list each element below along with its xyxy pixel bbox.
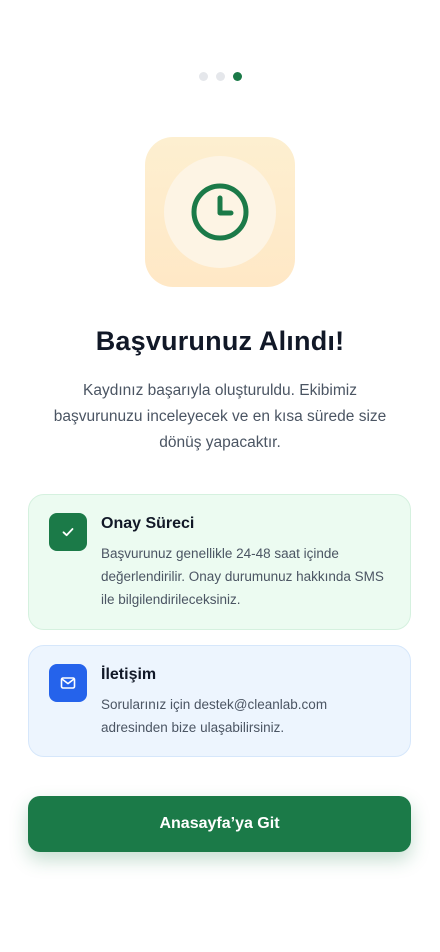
approval-card-title: Onay Süreci bbox=[101, 515, 195, 532]
contact-card-text: Sorularınız için destek@cleanlab.com adr… bbox=[101, 697, 328, 735]
page-dot-2 bbox=[215, 72, 225, 81]
clock-icon bbox=[191, 183, 249, 241]
page-dot-1 bbox=[198, 72, 208, 81]
approval-process-card: Onay Süreci Başvurunuz genellikle 24-48 … bbox=[28, 494, 411, 630]
page-subtitle: Kaydınız başarıyla oluşturuldu. Ekibimiz… bbox=[53, 382, 387, 451]
mail-icon bbox=[60, 677, 76, 689]
go-home-button[interactable]: Anasayfa’ya Git bbox=[28, 796, 411, 852]
hero-illustration bbox=[145, 137, 295, 287]
page-dot-3-active bbox=[232, 72, 242, 81]
hero-circle bbox=[164, 156, 276, 268]
contact-icon-badge bbox=[49, 664, 87, 702]
page-indicator bbox=[0, 72, 440, 81]
contact-card: İletişim Sorularınız için destek@cleanla… bbox=[28, 645, 411, 757]
approval-icon-badge bbox=[49, 513, 87, 551]
approval-card-text: Başvurunuz genellikle 24-48 saat içinde … bbox=[101, 546, 384, 607]
check-icon bbox=[62, 528, 74, 537]
contact-card-title: İletişim bbox=[101, 666, 157, 683]
page-title: Başvurunuz Alındı! bbox=[95, 326, 345, 356]
